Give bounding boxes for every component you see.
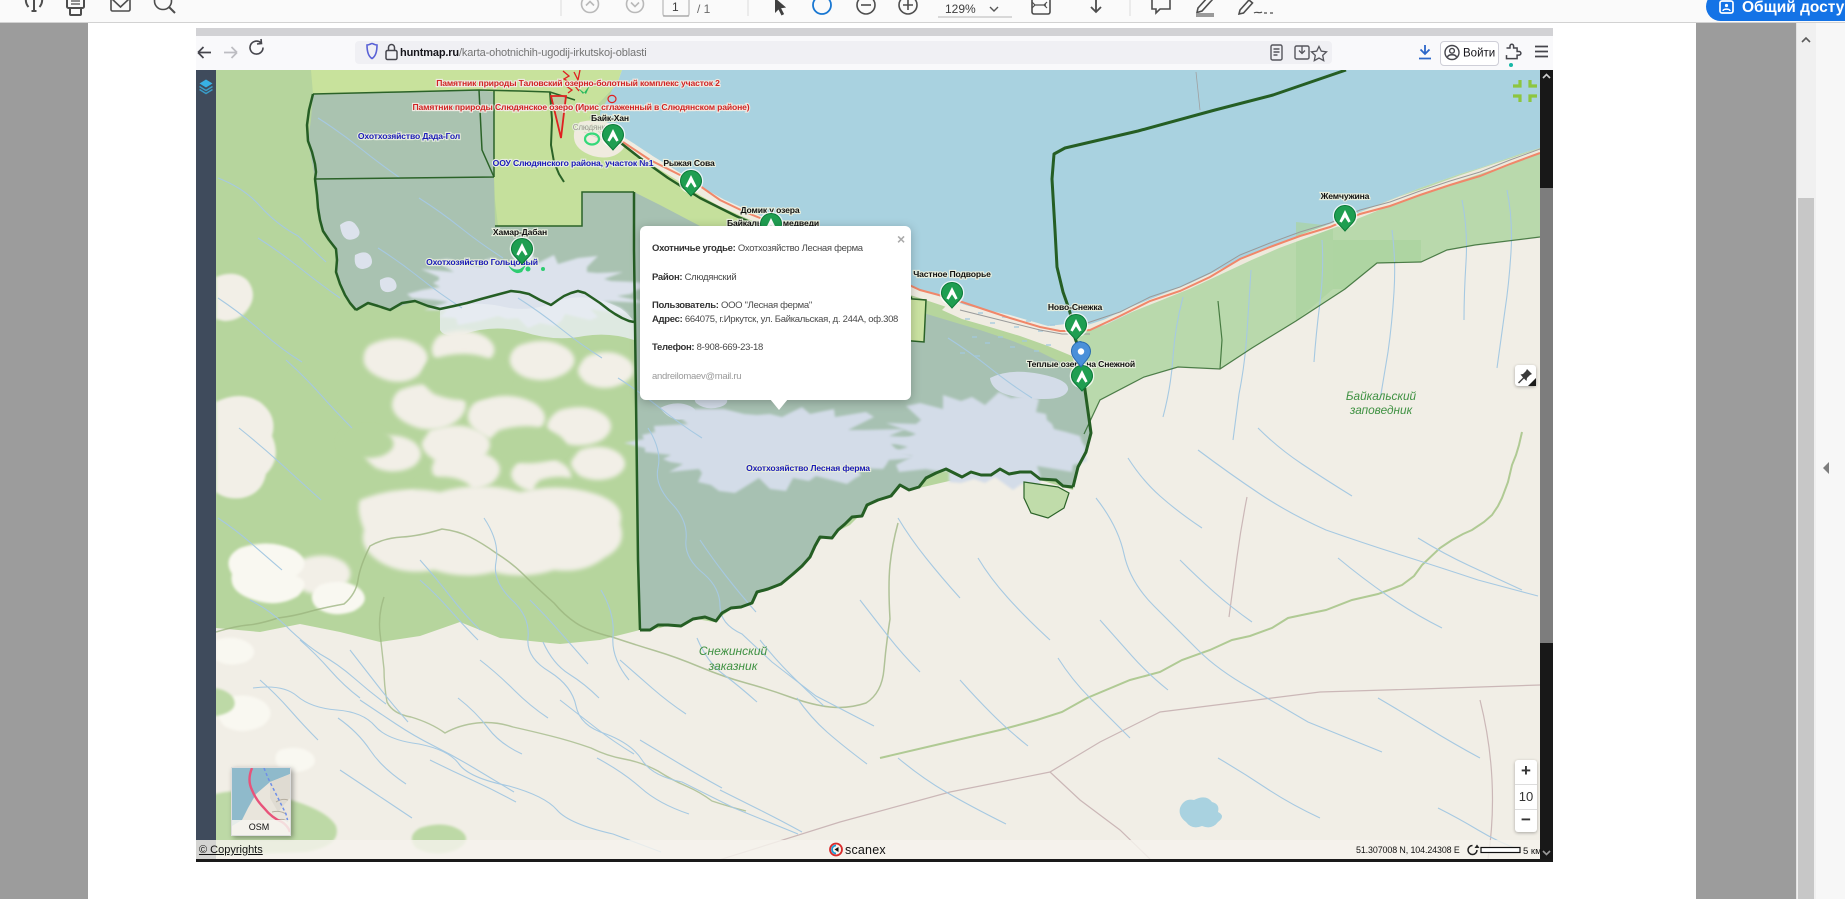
svg-text:/ 1: / 1 xyxy=(697,2,711,16)
svg-text:заповедник: заповедник xyxy=(1349,403,1413,417)
svg-text:Охотхозяйство Дада-Гол: Охотхозяйство Дада-Гол xyxy=(358,131,460,141)
svg-text:Ново-Снежка: Ново-Снежка xyxy=(1048,302,1103,312)
svg-text:scanex: scanex xyxy=(845,843,886,857)
svg-text:ООУ Слюдянского района, участо: ООУ Слюдянского района, участок №1 xyxy=(493,158,654,168)
svg-text:Войти: Войти xyxy=(1463,48,1495,60)
svg-text:5 км: 5 км xyxy=(1523,846,1542,857)
svg-text:Памятник природы Слюдянское оз: Памятник природы Слюдянское озеро (Ирис … xyxy=(413,102,750,112)
svg-text:Байк-Хан: Байк-Хан xyxy=(591,113,629,123)
svg-text:Частное Подворье: Частное Подворье xyxy=(913,269,991,279)
svg-text:Охотхозяйство Лесная ферма: Охотхозяйство Лесная ферма xyxy=(746,463,870,473)
svg-text:OSM: OSM xyxy=(249,822,270,832)
svg-text:1: 1 xyxy=(672,0,679,14)
svg-text:Хамар-Дабан: Хамар-Дабан xyxy=(493,227,547,237)
svg-text:Снежинский: Снежинский xyxy=(699,644,768,658)
svg-text:Рыжая Сова: Рыжая Сова xyxy=(663,158,715,168)
svg-text:Общий доступ: Общий доступ xyxy=(1742,0,1845,16)
svg-text:заказник: заказник xyxy=(708,659,759,673)
svg-text:Жемчужина: Жемчужина xyxy=(1320,191,1370,201)
svg-text:Памятник природы Таловский озе: Памятник природы Таловский озерно-болотн… xyxy=(436,78,720,88)
svg-text:Байкальский: Байкальский xyxy=(1346,389,1417,403)
svg-text:129%: 129% xyxy=(945,2,976,16)
